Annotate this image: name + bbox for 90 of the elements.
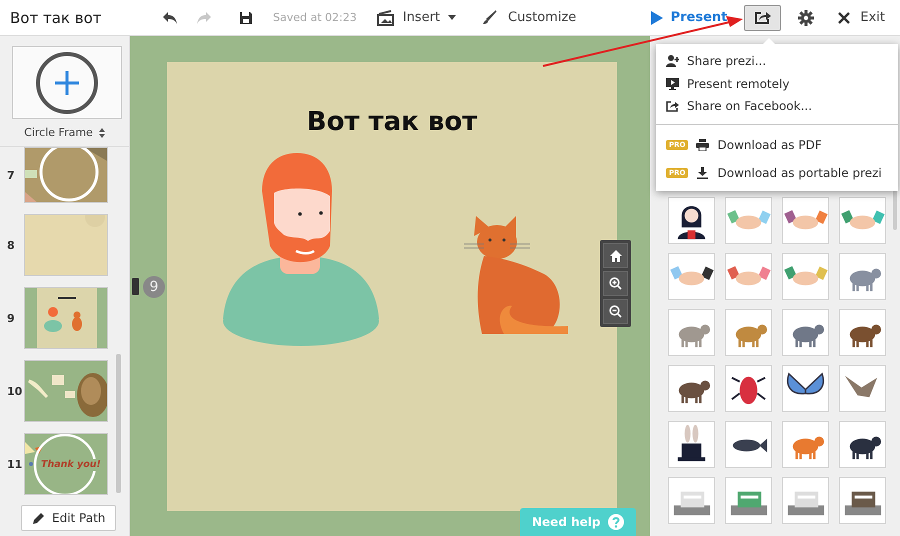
bug-clipart <box>730 376 766 404</box>
step-badge: 9 <box>143 276 165 298</box>
clipart-tile[interactable] <box>668 421 715 468</box>
customize-button[interactable]: Customize <box>482 10 576 25</box>
fish-clipart <box>732 438 768 452</box>
slide-title: Вот так вот <box>306 106 478 138</box>
frame-type-dropdown[interactable]: Circle Frame <box>0 119 129 147</box>
menu-item[interactable]: Present remotely <box>656 72 898 95</box>
butterfly-clipart <box>787 373 824 394</box>
magic-hat-clipart <box>678 424 706 462</box>
menu-item[interactable]: Share on Facebook... <box>656 95 898 118</box>
save-status: Saved at 02:23 <box>273 11 357 24</box>
drag-handle[interactable] <box>132 278 139 295</box>
share-button[interactable] <box>744 4 782 30</box>
exit-button[interactable]: Exit <box>838 10 885 25</box>
slide-number: 9 <box>6 312 16 324</box>
home-button[interactable] <box>603 243 628 268</box>
clipart-tile[interactable] <box>839 365 886 412</box>
present-button[interactable]: Present <box>650 10 728 25</box>
settings-button[interactable] <box>796 8 816 28</box>
download-icon <box>696 166 710 178</box>
clipart-tile[interactable] <box>782 477 829 524</box>
slide-thumbnail[interactable] <box>24 360 108 422</box>
handshake-clipart <box>784 266 828 286</box>
slide-number: 8 <box>6 238 16 252</box>
add-user-icon <box>666 55 679 68</box>
insert-icon <box>376 10 395 26</box>
share-icon <box>666 100 679 112</box>
handshake-clipart <box>784 210 828 230</box>
edit-path-button[interactable]: Edit Path <box>21 505 116 531</box>
menu-item-label: Share prezi... <box>687 54 766 68</box>
clipart-tile[interactable] <box>839 253 886 300</box>
printer-icon <box>696 138 710 150</box>
clipart-tile[interactable] <box>839 197 886 244</box>
clipart-tile[interactable] <box>782 309 829 356</box>
insert-button[interactable]: Insert <box>376 10 456 26</box>
handshake-clipart <box>727 210 771 230</box>
woman-clipart <box>678 206 706 240</box>
menu-item-label: Download as portable prezi <box>717 166 882 180</box>
clipart-tile[interactable] <box>668 197 715 244</box>
presentation-title[interactable]: Вот так вот <box>10 8 160 26</box>
slide-caption: Thank you! <box>41 459 101 471</box>
clipart-tile[interactable] <box>725 197 772 244</box>
slide-number: 11 <box>6 458 24 470</box>
menu-item-label: Present remotely <box>687 76 790 91</box>
scrollbar[interactable] <box>893 190 897 230</box>
slide-number: 7 <box>6 168 16 182</box>
handshake-clipart <box>727 266 771 286</box>
slide-thumbnail[interactable] <box>24 214 108 276</box>
clipart-tile[interactable] <box>725 309 772 356</box>
zoom-in-icon <box>609 277 622 290</box>
clipart-tile[interactable] <box>668 309 715 356</box>
slide-thumbnail[interactable] <box>24 147 108 203</box>
clipart-tile[interactable] <box>782 197 829 244</box>
brush-icon <box>482 10 498 25</box>
clipart-tile[interactable] <box>839 309 886 356</box>
play-icon <box>650 10 663 24</box>
share-icon <box>754 10 772 25</box>
home-icon <box>610 250 622 262</box>
clipart-tile[interactable] <box>782 421 829 468</box>
zoom-out-button[interactable] <box>603 299 628 324</box>
menu-item-label: Download as PDF <box>717 138 822 152</box>
clipart-tile[interactable] <box>725 253 772 300</box>
sort-icon <box>98 128 105 138</box>
clipart-tile[interactable] <box>782 253 829 300</box>
menu-item-label: Share on Facebook... <box>687 99 812 114</box>
clipart-tile[interactable] <box>725 365 772 412</box>
scrollbar[interactable] <box>116 354 121 493</box>
clipart-tile[interactable] <box>839 421 886 468</box>
zoom-in-button[interactable] <box>603 271 628 296</box>
clipart-tile[interactable] <box>839 477 886 524</box>
close-icon <box>838 12 850 24</box>
clipart-tile[interactable] <box>668 477 715 524</box>
add-icon <box>35 50 99 114</box>
pencil-icon <box>32 512 45 524</box>
frame-preview[interactable] <box>12 46 122 119</box>
slide-thumbnail[interactable] <box>24 287 108 349</box>
monitor-icon <box>666 78 679 90</box>
help-icon <box>608 514 624 530</box>
handshake-clipart <box>670 266 714 286</box>
handshake-clipart <box>841 210 885 230</box>
clipart-tile[interactable] <box>668 365 715 412</box>
caret-icon <box>448 15 456 20</box>
menu-item[interactable]: Share prezi... <box>656 50 898 72</box>
clipart-tile[interactable] <box>725 421 772 468</box>
zoom-out-icon <box>609 305 622 318</box>
slide-number: 10 <box>6 384 24 398</box>
clipart-tile[interactable] <box>668 253 715 300</box>
clipart-tile[interactable] <box>782 365 829 412</box>
clipart-tile[interactable] <box>725 477 772 524</box>
